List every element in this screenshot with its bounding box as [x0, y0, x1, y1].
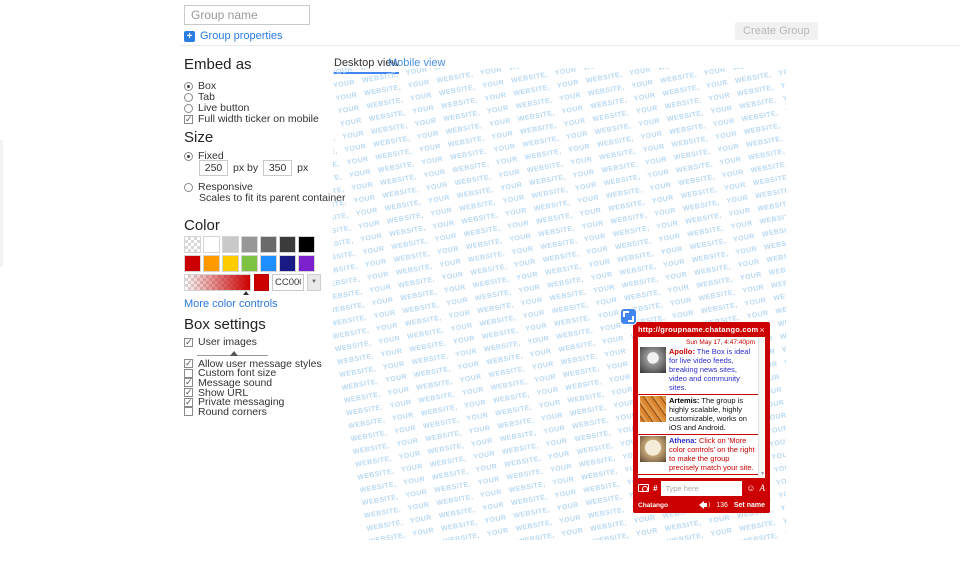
widget-titlebar: http://groupname.chatango.com ×	[633, 322, 770, 337]
color-swatch-grid	[184, 236, 315, 272]
swatch-yellow[interactable]	[222, 255, 239, 272]
close-icon[interactable]: ×	[760, 325, 765, 335]
slider-thumb[interactable]	[230, 351, 238, 356]
hash-icon[interactable]: #	[653, 484, 657, 493]
sender-name: Athena:	[669, 436, 697, 445]
chat-message-athena: Athena: Click on 'More color controls' o…	[638, 435, 765, 475]
box-settings-heading: Box settings	[184, 316, 266, 333]
swatch-transparent[interactable]	[184, 236, 201, 253]
speaker-icon[interactable]: )	[699, 501, 710, 509]
checkbox-round-corners[interactable]	[184, 407, 193, 416]
chat-message-apollo: Apollo: The Box is ideal for live video …	[638, 346, 765, 395]
selected-color-swatch	[254, 274, 269, 291]
checkbox-private-messaging[interactable]	[184, 398, 193, 407]
hex-color-input[interactable]	[272, 274, 304, 291]
widget-bottombar: Chatango ) 136 Set name	[633, 499, 770, 511]
font-style-icon[interactable]: A	[760, 483, 766, 493]
width-input[interactable]	[199, 160, 228, 176]
full-width-ticker-option[interactable]: Full width ticker on mobile	[184, 114, 319, 124]
checkbox-allow-user-message-styles[interactable]	[184, 359, 193, 368]
swatch-charcoal[interactable]	[279, 236, 296, 253]
round-corners-option[interactable]: Round corners	[184, 407, 322, 417]
swatch-red[interactable]	[184, 255, 201, 272]
more-color-controls-link[interactable]: More color controls	[184, 298, 278, 310]
page: + Group properties Create Group Embed as…	[0, 0, 960, 561]
swatch-black[interactable]	[298, 236, 315, 253]
user-count: 136	[716, 502, 728, 509]
widget-url[interactable]: http://groupname.chatango.com	[638, 325, 758, 334]
group-properties-label: Group properties	[200, 30, 283, 42]
swatch-green[interactable]	[241, 255, 258, 272]
responsive-hint: Scales to fit its parent container	[199, 192, 346, 204]
color-fine-tune-row: ▼	[184, 274, 321, 291]
widget-input-row: # ☺ A	[633, 478, 770, 498]
full-width-ticker-label: Full width ticker on mobile	[198, 113, 319, 125]
camera-icon[interactable]	[638, 484, 649, 492]
message-scrollbar[interactable]: ▼	[758, 337, 765, 478]
chatango-brand-label[interactable]: Chatango	[638, 502, 668, 509]
swatch-orange[interactable]	[203, 255, 220, 272]
smiley-icon[interactable]: ☺	[746, 484, 755, 493]
px-by-label: px by	[233, 162, 258, 174]
size-heading: Size	[184, 129, 213, 146]
chat-widget-preview: http://groupname.chatango.com × Sun May …	[633, 322, 770, 513]
radio-live-button[interactable]	[184, 104, 193, 113]
embed-option-tab[interactable]: Tab	[184, 92, 215, 102]
box-settings-options: Allow user message styles Custom font si…	[184, 359, 322, 417]
scroll-down-icon[interactable]: ▼	[759, 471, 765, 478]
radio-tab[interactable]	[184, 93, 193, 102]
avatar-astronaut	[640, 347, 666, 373]
timestamp: Sun May 17, 4:47:40pm	[638, 337, 765, 346]
swatch-dark-gray[interactable]	[260, 236, 277, 253]
swatch-blue[interactable]	[260, 255, 277, 272]
expand-icon[interactable]	[621, 309, 636, 324]
left-edge-line	[0, 140, 3, 267]
header-divider	[180, 45, 960, 46]
height-input[interactable]	[263, 160, 292, 176]
swatch-gray[interactable]	[241, 236, 258, 253]
group-properties-toggle[interactable]: + Group properties	[184, 30, 283, 42]
color-dropdown-button[interactable]: ▼	[307, 274, 321, 291]
sender-name: Artemis:	[669, 396, 699, 405]
user-images-label: User images	[198, 336, 257, 348]
plus-icon: +	[184, 31, 195, 42]
size-inputs: px by px	[199, 160, 308, 176]
set-name-button[interactable]: Set name	[734, 502, 765, 509]
group-name-input[interactable]	[184, 5, 310, 25]
avatar-tiger	[640, 396, 666, 422]
radio-fixed[interactable]	[184, 152, 193, 161]
radio-responsive[interactable]	[184, 183, 193, 192]
create-group-button[interactable]: Create Group	[735, 22, 818, 40]
chat-message-artemis: Artemis: The group is highly scalable, h…	[638, 395, 765, 435]
color-heading: Color	[184, 217, 220, 234]
sender-name: Apollo:	[669, 347, 695, 356]
swatch-navy[interactable]	[279, 255, 296, 272]
user-images-option[interactable]: User images	[184, 337, 257, 347]
message-panel: Sun May 17, 4:47:40pm Apollo: The Box is…	[638, 337, 765, 478]
swatch-light-gray[interactable]	[222, 236, 239, 253]
swatch-purple[interactable]	[298, 255, 315, 272]
round-corners-label: Round corners	[198, 406, 267, 418]
size-option-responsive[interactable]: Responsive	[184, 182, 253, 192]
checkbox-full-width-ticker[interactable]	[184, 115, 193, 124]
checkbox-user-images[interactable]	[184, 338, 193, 347]
user-image-size-slider[interactable]	[197, 355, 268, 356]
gradient-slider-thumb[interactable]	[243, 291, 249, 295]
avatar-owl	[640, 436, 666, 462]
swatch-white[interactable]	[203, 236, 220, 253]
embed-option-box[interactable]: Box	[184, 81, 216, 91]
px-label: px	[297, 162, 308, 174]
embed-as-heading: Embed as	[184, 56, 252, 73]
color-gradient-slider[interactable]	[184, 274, 251, 291]
embed-option-live-button[interactable]: Live button	[184, 103, 249, 113]
radio-box[interactable]	[184, 82, 193, 91]
chat-message-input[interactable]	[661, 481, 742, 496]
